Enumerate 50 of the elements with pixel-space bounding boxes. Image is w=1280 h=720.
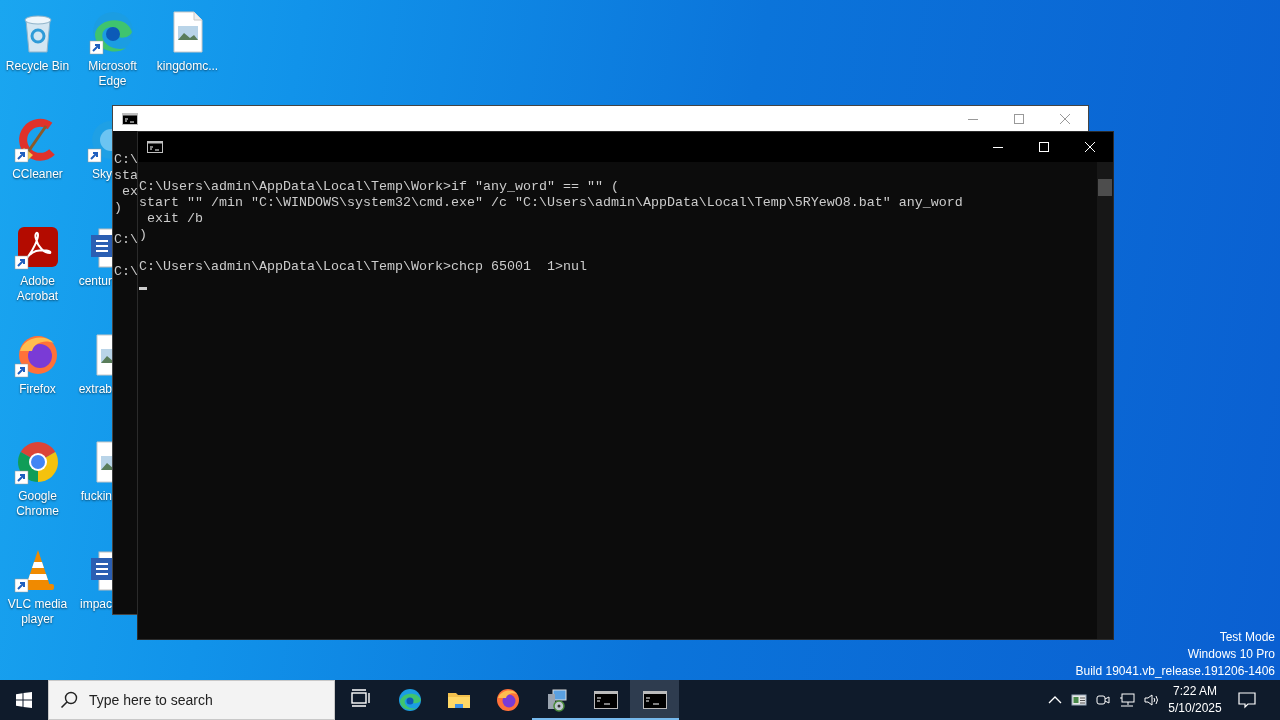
system-info-text: Windows 10 Pro <box>1186 646 1275 663</box>
console-icon <box>147 141 163 153</box>
desktop-icon-label[interactable]: kingdomc... <box>151 59 224 74</box>
desktop-icon-label[interactable]: Sky <box>92 166 112 182</box>
console-icon <box>122 112 138 125</box>
console-line: ex <box>121 184 138 200</box>
close-icon <box>1085 142 1095 152</box>
console-line: sta <box>114 168 138 184</box>
search-icon <box>60 691 78 709</box>
desktop-icon-label[interactable]: Google Chrome <box>1 489 74 519</box>
system-info-text: Build 19041.vb_release.191206-1406 <box>1075 663 1275 680</box>
camera-icon <box>1095 692 1111 708</box>
console-line: C:\Users\admin\AppData\Local\Temp\Work>chcp 65001 1>nul <box>139 259 587 275</box>
console-line: start "" /min "C:\WINDOWS\system32\cmd.exe" /c "C:\Users\admin\AppData\Local\Temp\5RYewO8.bat" any_word <box>139 195 963 211</box>
desktop-icon-label[interactable]: extrab <box>78 381 112 397</box>
close-icon <box>1060 113 1070 124</box>
desktop-icon-label[interactable]: VLC media player <box>1 596 74 627</box>
swirl-logo-icon <box>397 688 422 712</box>
speaker-icon <box>1143 692 1159 708</box>
clock-date[interactable]: 5/10/2025 <box>1163 700 1227 717</box>
system-info-text: Test Mode <box>1218 629 1275 646</box>
clock-time[interactable]: 7:22 AM <box>1163 683 1227 700</box>
console-line: C:\ <box>114 152 138 168</box>
maximize-icon <box>1039 142 1049 152</box>
scrollbar[interactable] <box>1097 162 1113 639</box>
desktop-icon-label[interactable]: CCleaner <box>1 166 74 182</box>
console-line: ) <box>114 200 122 216</box>
windows-logo-icon <box>16 692 32 708</box>
console-icon <box>593 688 618 712</box>
console-line: exit /b <box>146 211 203 227</box>
network-icon <box>1119 692 1135 708</box>
maximize-icon <box>1014 113 1024 124</box>
speech-bubble-icon <box>1237 690 1257 710</box>
console-line: ) <box>139 227 147 243</box>
search-field[interactable]: Type here to search <box>48 680 335 720</box>
console-icon <box>642 688 667 712</box>
desktop-icon-label[interactable]: impac <box>80 596 112 612</box>
taskbar-button[interactable] <box>630 680 679 720</box>
desktop-icon-label[interactable]: Adobe Acrobat <box>1 274 74 304</box>
desktop-icon-label[interactable]: fuckin <box>80 489 112 504</box>
desktop-icon-label[interactable]: Recycle Bin <box>1 59 74 74</box>
window-icon <box>1071 692 1087 708</box>
console-line: C:\ <box>114 264 138 280</box>
fox-logo-icon <box>495 688 520 712</box>
desktop-icon-label[interactable]: centur <box>78 274 112 289</box>
desktop-icon-label[interactable]: Microsoft Edge <box>76 59 149 89</box>
desktop-icon-label[interactable]: Firefox <box>1 381 74 397</box>
scrollbar-thumb[interactable] <box>1098 179 1112 196</box>
console-line: C:\Users\admin\AppData\Local\Temp\Work>if "any_word" == "" ( <box>139 179 619 195</box>
console-line: C:\ <box>114 232 138 248</box>
